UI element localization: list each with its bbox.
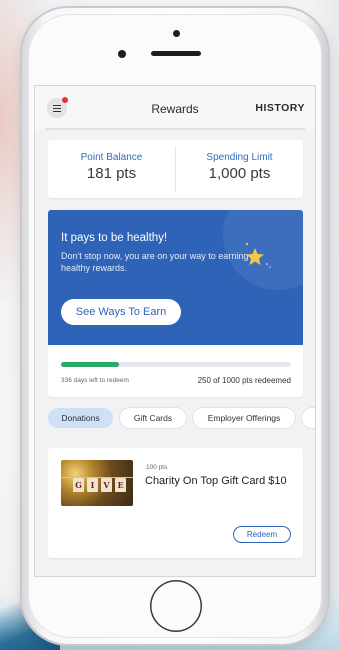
tab-gift-cards[interactable]: Gift Cards [120,408,186,428]
spending-limit: Spending Limit 1,000 pts [176,140,303,198]
gift-card-points: 100 pts [146,464,168,471]
gift-card-title: Charity On Top Gift Card $10 [145,475,287,487]
spending-limit-value: 1,000 pts [208,165,271,182]
spending-limit-label: Spending Limit [206,152,273,163]
give-gift-image: G I V E [61,460,133,506]
days-left-text: 336 days left to redeem [61,377,129,384]
category-tabs: Donations Gift Cards Employer Offerings [48,408,315,430]
tab-donations[interactable]: Donations [48,408,113,428]
point-balance-label: Point Balance [80,152,143,163]
promo-card: It pays to be healthy! Don't stop now, y… [48,210,303,345]
app-screen: Rewards HISTORY Point Balance 181 pts Sp… [35,86,315,576]
progress-card: 336 days left to redeem 250 of 1000 pts … [48,345,303,397]
header-divider [45,128,305,130]
give-letter-tag: I [87,478,98,492]
give-letter-tag: V [101,478,112,492]
promo-title: It pays to be healthy! [61,232,168,244]
tab-more[interactable] [302,408,315,428]
earpiece-speaker [151,51,201,56]
give-letter-tag: G [73,478,84,492]
shooting-star-icon [245,242,271,268]
gift-card-item: G I V E 100 pts Charity On Top Gift Card… [48,448,303,558]
history-link[interactable]: HISTORY [255,102,305,114]
redeem-button[interactable]: Redeem [233,526,291,543]
redeem-progress-fill [61,362,119,367]
proximity-sensor [118,50,126,58]
stats-card: Point Balance 181 pts Spending Limit 1,0… [48,140,303,198]
see-ways-to-earn-button[interactable]: See Ways To Earn [61,299,181,325]
redeem-progress-bar [61,362,291,367]
home-button[interactable] [150,580,202,632]
point-balance: Point Balance 181 pts [48,140,175,198]
promo-subtitle: Don't stop now, you are on your way to e… [61,251,249,273]
give-letter-tag: E [115,478,126,492]
point-balance-value: 181 pts [86,165,137,182]
app-header: Rewards HISTORY [35,86,315,130]
front-camera [173,30,180,37]
tab-employer-offerings[interactable]: Employer Offerings [193,408,295,428]
redeemed-text: 250 of 1000 pts redeemed [197,376,291,385]
